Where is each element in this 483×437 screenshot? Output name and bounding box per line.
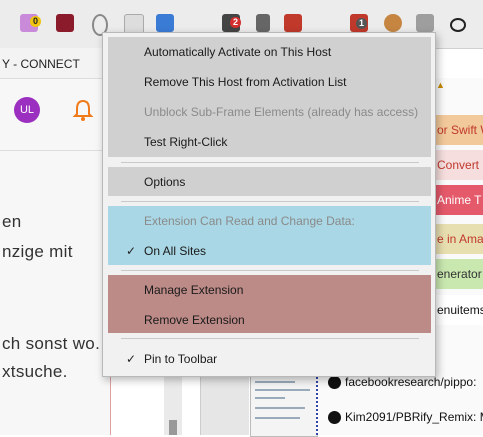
extension-badge: 0 [30,16,42,27]
chevron-up-icon: ▲ [436,80,445,90]
on-all-sites-label: On All Sites [144,244,207,258]
tab-item[interactable]: enuitems [432,295,483,325]
extension-icon-s[interactable] [284,14,302,32]
menu-divider [121,162,419,163]
page-thumbnail [250,372,318,437]
list-item[interactable]: Kim2091/PBRify_Remix: M [320,403,483,431]
manage-extension-item[interactable]: Manage Extension [108,275,431,305]
menu-divider [121,201,419,202]
extension-icon-translate[interactable] [156,14,174,32]
bookmark-bar: Y - CONNECT [0,48,110,79]
activate-on-host-item[interactable]: Automatically Activate on This Host [108,37,431,67]
options-item[interactable]: Options [108,167,431,197]
page-text-line: xtsuche. [2,362,68,381]
divider [0,150,110,151]
list-item-label: Kim2091/PBRify_Remix: M [345,410,483,424]
bell-icon[interactable] [72,98,94,122]
list-item-label: facebookresearch/pippo: [345,375,477,389]
menu-divider [121,338,419,339]
bookmark-item[interactable]: Y - CONNECT [2,57,80,71]
extension-icon-cookie[interactable] [384,14,402,32]
remove-extension-item[interactable]: Remove Extension [108,305,431,335]
scrollbar-thumb[interactable] [169,420,177,435]
extension-icon-red[interactable] [56,14,74,32]
remove-host-item[interactable]: Remove This Host from Activation List [108,67,431,97]
on-all-sites-item[interactable]: ✓ On All Sites [108,236,431,266]
extension-badge: 2 [230,17,242,28]
unblock-subframe-item: Unblock Sub-Frame Elements (already has … [144,105,419,119]
github-icon [328,411,341,425]
page-text-line: ch sonst wo. [2,334,101,353]
tab-item[interactable]: enerator & [432,259,483,289]
pin-to-toolbar-item[interactable]: ✓ Pin to Toolbar [108,344,431,374]
extension-icon-shield[interactable] [416,14,434,32]
eye-icon[interactable] [450,18,466,32]
github-icon [328,376,341,390]
menu-divider [121,270,419,271]
site-access-heading: Extension Can Read and Change Data: [144,214,355,228]
checkmark-icon: ✓ [126,244,137,258]
tab-item[interactable]: e in Amaz [432,224,483,254]
extension-icon-tool[interactable] [256,14,270,32]
checkmark-icon: ✓ [126,352,137,366]
tab-item[interactable]: Convert [432,150,483,180]
page-text-line: nzige mit [2,242,73,261]
page-text-line: en [2,212,22,231]
avatar[interactable]: UL [14,97,40,123]
extension-badge: 1 [356,18,368,29]
extension-icon-page[interactable] [124,14,144,34]
extension-context-menu: Automatically Activate on This Host Remo… [102,32,436,377]
tab-item[interactable]: or Swift W [432,115,483,145]
pin-to-toolbar-label: Pin to Toolbar [144,352,218,366]
test-right-click-item[interactable]: Test Right-Click [108,127,431,157]
tab-item[interactable]: Anime T [432,185,483,215]
